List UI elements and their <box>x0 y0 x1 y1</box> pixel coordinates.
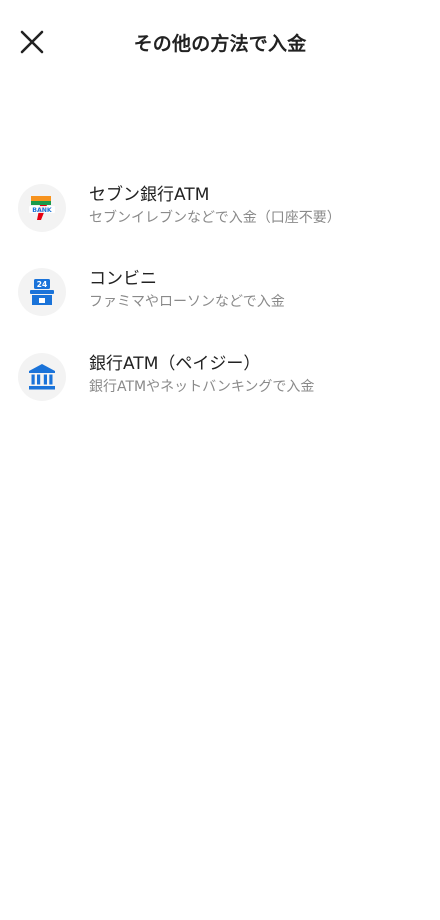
bank-building-icon <box>18 353 66 401</box>
method-subtitle: 銀行ATMやネットバンキングで入金 <box>89 379 315 395</box>
convenience-store-icon: 24 <box>18 268 66 316</box>
method-item-bank-atm[interactable]: 銀行ATM（ペイジー） 銀行ATMやネットバンキングで入金 <box>0 335 440 419</box>
seven-bank-icon: BANK <box>18 184 66 232</box>
method-item-seven-bank[interactable]: BANK セブン銀行ATM セブンイレブンなどで入金（口座不要） <box>0 166 440 250</box>
method-title: 銀行ATM（ペイジー） <box>89 354 261 374</box>
page-title: その他の方法で入金 <box>133 33 307 55</box>
method-title: セブン銀行ATM <box>89 185 210 205</box>
method-subtitle: セブンイレブンなどで入金（口座不要） <box>89 210 341 226</box>
hours-badge-text: 24 <box>37 280 47 289</box>
header: その他の方法で入金 <box>0 0 440 84</box>
deposit-methods-screen: その他の方法で入金 BANK セブン銀行ATM セブンイレブンなどで入金（口座不… <box>0 0 440 920</box>
seven-bank-badge-text: BANK <box>32 207 52 214</box>
method-item-convenience-store[interactable]: 24 コンビニ ファミマやローソンなどで入金 <box>0 250 440 334</box>
method-subtitle: ファミマやローソンなどで入金 <box>89 294 285 310</box>
method-title: コンビニ <box>89 269 157 289</box>
